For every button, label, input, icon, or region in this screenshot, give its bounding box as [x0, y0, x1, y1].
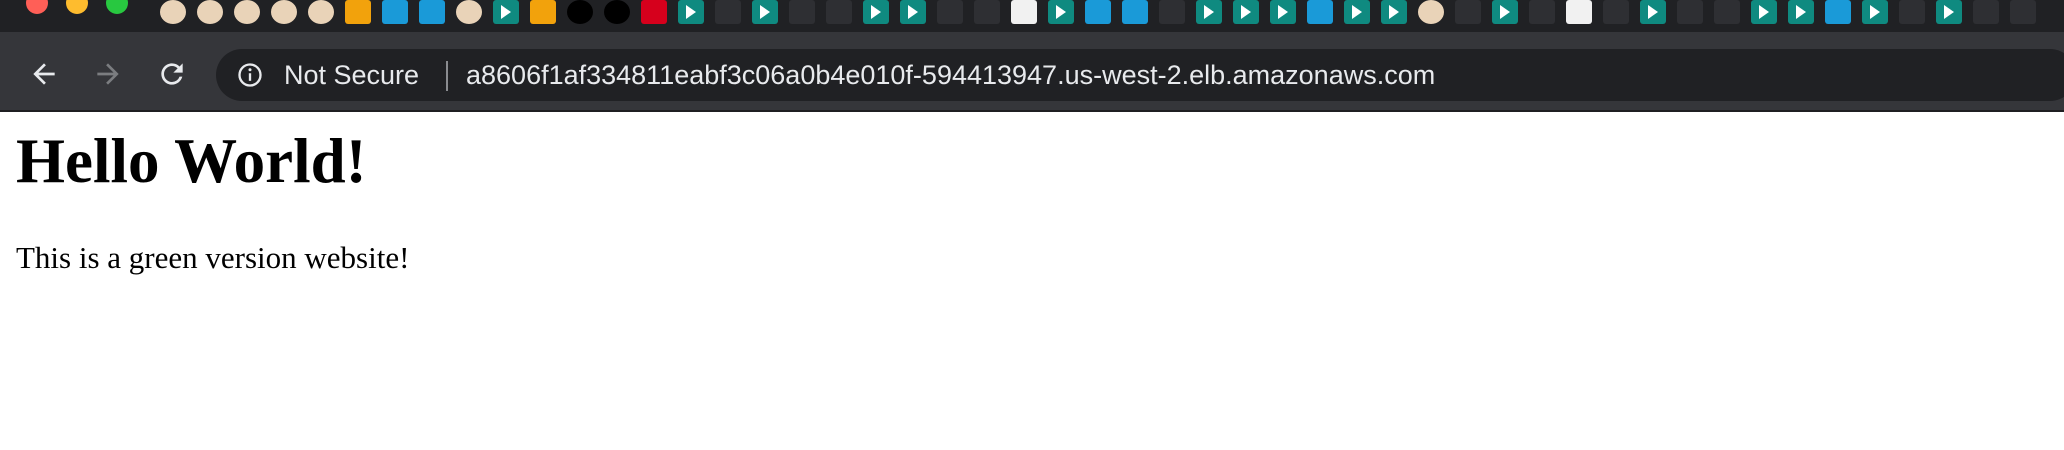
- pinned-tab[interactable]: [308, 0, 334, 24]
- pinned-tab[interactable]: [1862, 0, 1888, 24]
- pinned-tab[interactable]: [530, 0, 556, 24]
- pinned-tabs: [160, 0, 2036, 24]
- page-heading: Hello World!: [16, 126, 367, 196]
- pinned-tab[interactable]: [1640, 0, 1666, 24]
- pinned-tab[interactable]: [234, 0, 260, 24]
- pinned-tab[interactable]: [345, 0, 371, 24]
- pinned-tab[interactable]: [1973, 0, 1999, 24]
- pinned-tab[interactable]: [1233, 0, 1259, 24]
- pinned-tab[interactable]: [1714, 0, 1740, 24]
- pinned-tab[interactable]: [974, 0, 1000, 24]
- pinned-tab[interactable]: [1048, 0, 1074, 24]
- browser-toolbar: Not Secure a8606f1af334811eabf3c06a0b4e0…: [0, 40, 2064, 110]
- pinned-tab[interactable]: [1677, 0, 1703, 24]
- pinned-tab[interactable]: [1603, 0, 1629, 24]
- browser-chrome: Not Secure a8606f1af334811eabf3c06a0b4e0…: [0, 0, 2064, 112]
- url-text[interactable]: a8606f1af334811eabf3c06a0b4e010f-5944139…: [466, 60, 1435, 90]
- address-bar[interactable]: Not Secure a8606f1af334811eabf3c06a0b4e0…: [216, 49, 2064, 101]
- security-status-label[interactable]: Not Secure: [284, 60, 419, 90]
- pinned-tab[interactable]: [789, 0, 815, 24]
- pinned-tab[interactable]: [271, 0, 297, 24]
- info-icon[interactable]: [236, 61, 264, 89]
- pinned-tab[interactable]: [678, 0, 704, 24]
- pinned-tab[interactable]: [900, 0, 926, 24]
- pinned-tab[interactable]: [197, 0, 223, 24]
- pinned-tab[interactable]: [1529, 0, 1555, 24]
- pinned-tab[interactable]: [419, 0, 445, 24]
- pinned-tab[interactable]: [2010, 0, 2036, 24]
- pinned-tab[interactable]: [863, 0, 889, 24]
- pinned-tab[interactable]: [1788, 0, 1814, 24]
- pinned-tab[interactable]: [1899, 0, 1925, 24]
- pinned-tab[interactable]: [567, 0, 593, 24]
- window-minimize-button[interactable]: [66, 0, 88, 14]
- pinned-tab[interactable]: [1492, 0, 1518, 24]
- arrow-right-icon: [97, 63, 119, 85]
- omnibox-divider: [446, 61, 448, 91]
- pinned-tab[interactable]: [1344, 0, 1370, 24]
- pinned-tab[interactable]: [382, 0, 408, 24]
- pinned-tab[interactable]: [1418, 0, 1444, 24]
- pinned-tab[interactable]: [1307, 0, 1333, 24]
- pinned-tab[interactable]: [715, 0, 741, 24]
- window-maximize-button[interactable]: [106, 0, 128, 14]
- reload-button[interactable]: [152, 54, 192, 94]
- pinned-tab[interactable]: [826, 0, 852, 24]
- pinned-tab[interactable]: [937, 0, 963, 24]
- pinned-tab[interactable]: [1936, 0, 1962, 24]
- window-close-button[interactable]: [26, 0, 48, 14]
- page-paragraph: This is a green version website!: [16, 240, 410, 275]
- pinned-tab[interactable]: [1751, 0, 1777, 24]
- tab-strip: [0, 0, 2064, 32]
- pinned-tab[interactable]: [160, 0, 186, 24]
- pinned-tab[interactable]: [1085, 0, 1111, 24]
- pinned-tab[interactable]: [1196, 0, 1222, 24]
- pinned-tab[interactable]: [1270, 0, 1296, 24]
- pinned-tab[interactable]: [1159, 0, 1185, 24]
- pinned-tab[interactable]: [1122, 0, 1148, 24]
- forward-button[interactable]: [88, 54, 128, 94]
- pinned-tab[interactable]: [1825, 0, 1851, 24]
- pinned-tab[interactable]: [641, 0, 667, 24]
- pinned-tab[interactable]: [752, 0, 778, 24]
- back-button[interactable]: [24, 54, 64, 94]
- pinned-tab[interactable]: [493, 0, 519, 24]
- pinned-tab[interactable]: [1381, 0, 1407, 24]
- pinned-tab[interactable]: [456, 0, 482, 24]
- pinned-tab[interactable]: [1455, 0, 1481, 24]
- pinned-tab[interactable]: [604, 0, 630, 24]
- arrow-left-icon: [33, 63, 55, 85]
- reload-icon: [161, 63, 183, 85]
- pinned-tab[interactable]: [1011, 0, 1037, 24]
- page-content: Hello World! This is a green version web…: [0, 112, 2064, 450]
- pinned-tab[interactable]: [1566, 0, 1592, 24]
